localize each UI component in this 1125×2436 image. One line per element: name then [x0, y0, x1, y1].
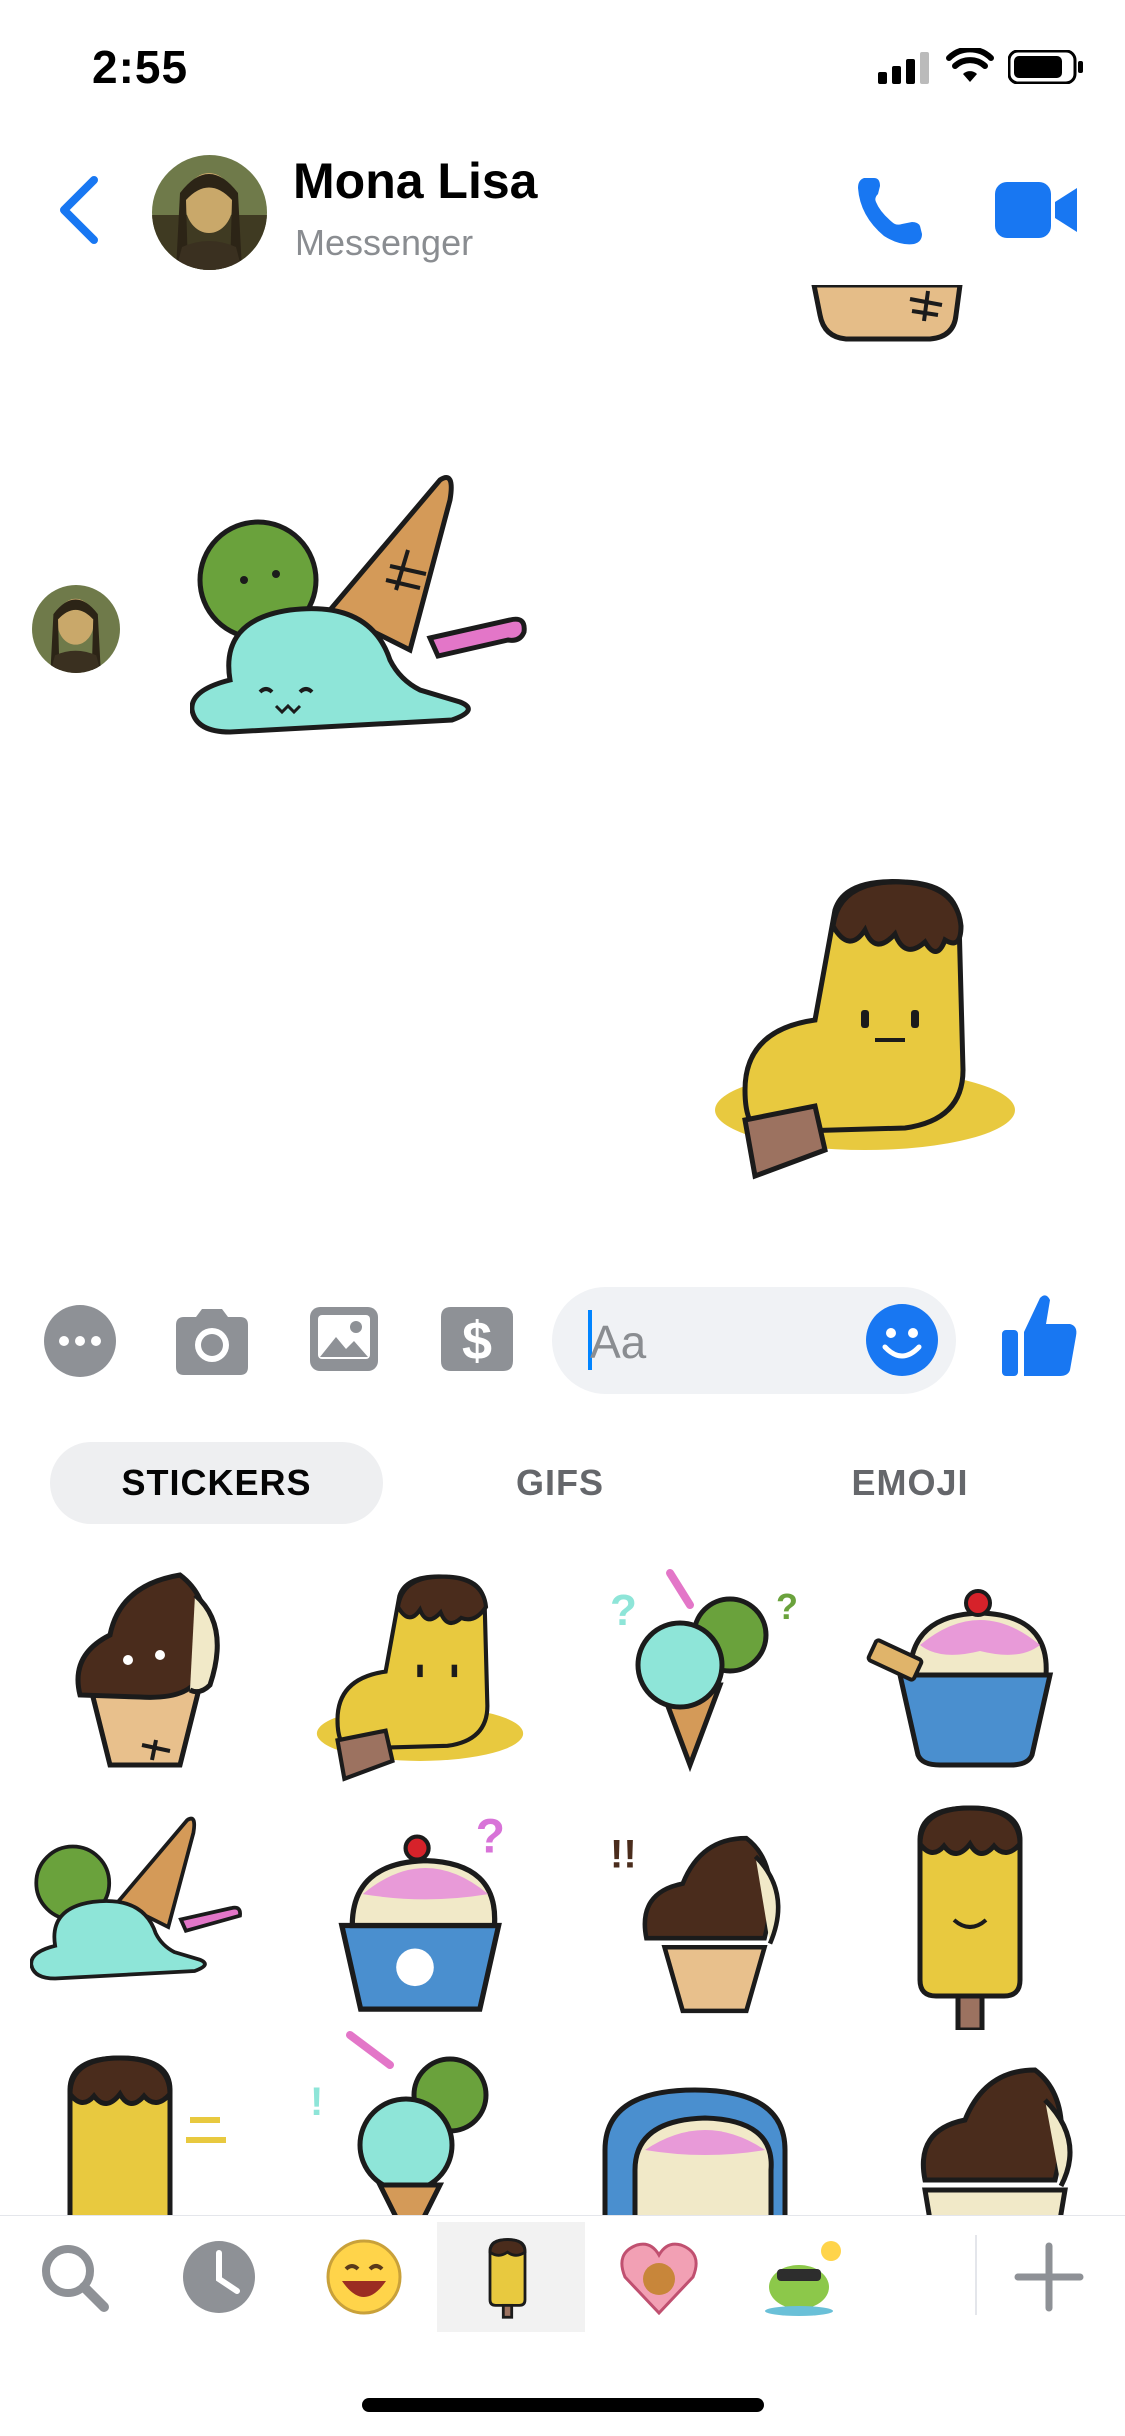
frog-sun-pack[interactable] — [730, 2222, 878, 2332]
melted-ice-cream-sticker[interactable] — [189, 470, 540, 765]
thumbs-up-icon[interactable] — [1000, 1290, 1080, 1380]
sticker-sundae-question[interactable]: ? — [300, 1800, 540, 2040]
sticker-melted-cone[interactable] — [29, 1810, 270, 2050]
sticker-sundae-cup[interactable] — [860, 1565, 1100, 1805]
svg-text:$: $ — [462, 1311, 492, 1371]
tab-gifs[interactable]: GIFS — [440, 1442, 680, 1524]
signal-icon — [878, 50, 934, 89]
sticker-soft-serve-top[interactable] — [905, 2050, 1125, 2215]
gallery-icon[interactable] — [308, 1303, 384, 1379]
sticker-surprised-soft-serve[interactable]: !! — [610, 1810, 850, 2050]
svg-text:?: ? — [610, 1586, 637, 1635]
add-pack-icon[interactable] — [975, 2222, 1123, 2332]
heart-creature-pack[interactable] — [585, 2222, 733, 2332]
tab-stickers[interactable]: STICKERS — [50, 1442, 383, 1524]
svg-text:?: ? — [476, 1809, 505, 1863]
avatar[interactable] — [152, 155, 267, 270]
sticker-confused-scoops[interactable]: ?? — [590, 1565, 830, 1805]
contact-name[interactable]: Mona Lisa — [293, 152, 537, 210]
melted-popsicle-sticker[interactable] — [705, 870, 1025, 1185]
sticker-grid: ?? ? !! ! — [0, 1545, 1125, 2215]
svg-text:!!: !! — [610, 1832, 637, 1876]
message-input-placeholder: Aa — [590, 1316, 647, 1368]
phone-icon[interactable] — [850, 170, 930, 250]
back-chevron-icon[interactable] — [50, 170, 110, 250]
home-indicator[interactable] — [362, 2398, 764, 2412]
contact-subtitle: Messenger — [295, 222, 474, 263]
status-time: 2:55 — [92, 41, 189, 93]
battery-icon — [1007, 49, 1084, 89]
svg-text:?: ? — [776, 1586, 798, 1627]
smiley-icon[interactable] — [865, 1303, 939, 1377]
payment-icon[interactable]: $ — [437, 1303, 513, 1379]
more-icon[interactable] — [42, 1303, 118, 1379]
camera-icon[interactable] — [172, 1303, 248, 1379]
search-icon[interactable] — [0, 2222, 148, 2332]
sticker-happy-popsicle[interactable] — [880, 1800, 1120, 2040]
recent-clock-icon[interactable] — [145, 2222, 293, 2332]
laughing-face-pack[interactable] — [290, 2222, 438, 2332]
previous-sticker-partial[interactable] — [810, 282, 970, 350]
wifi-icon — [946, 46, 994, 89]
sticker-soft-serve[interactable] — [30, 1565, 270, 1805]
sticker-surprised-scoops[interactable]: ! — [310, 2025, 550, 2215]
sticker-running-popsicle[interactable] — [40, 2050, 280, 2215]
tab-emoji[interactable]: EMOJI — [790, 1442, 1030, 1524]
svg-text:!: ! — [310, 2080, 323, 2124]
popsicle-pack[interactable] — [437, 2222, 585, 2332]
sticker-crying-sundae[interactable] — [595, 2050, 835, 2215]
sticker-melted-popsicle[interactable] — [310, 1565, 550, 1805]
video-camera-icon[interactable] — [995, 178, 1080, 242]
sender-avatar[interactable] — [32, 585, 120, 673]
